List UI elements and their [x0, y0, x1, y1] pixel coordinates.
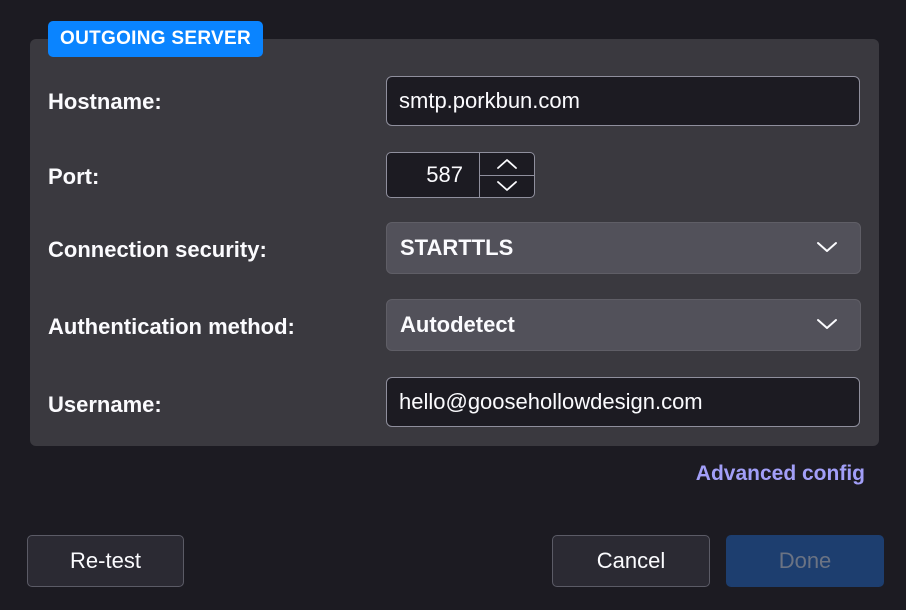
port-increment-button[interactable] — [480, 153, 534, 175]
port-stepper — [386, 152, 535, 198]
connection-security-value: STARTTLS — [400, 235, 514, 260]
done-button[interactable]: Done — [726, 535, 884, 587]
port-decrement-button[interactable] — [480, 174, 534, 198]
hostname-input[interactable] — [386, 76, 860, 126]
cancel-button[interactable]: Cancel — [552, 535, 710, 587]
chevron-up-icon — [497, 158, 517, 169]
username-label: Username: — [48, 392, 162, 417]
connection-security-label: Connection security: — [48, 237, 267, 262]
connection-security-select[interactable]: STARTTLS — [386, 222, 861, 274]
outgoing-server-dialog: OUTGOING SERVER Hostname: Port: Connecti… — [0, 0, 906, 610]
username-input[interactable] — [386, 377, 860, 427]
port-stepper-buttons — [479, 153, 534, 197]
chevron-down-icon — [817, 319, 837, 329]
port-input[interactable] — [387, 153, 479, 197]
advanced-config-link[interactable]: Advanced config — [696, 462, 865, 486]
hostname-label: Hostname: — [48, 89, 162, 114]
chevron-down-icon — [817, 242, 837, 252]
section-title-badge: OUTGOING SERVER — [48, 21, 264, 57]
authentication-method-label: Authentication method: — [48, 314, 295, 339]
port-label: Port: — [48, 164, 100, 189]
authentication-method-value: Autodetect — [400, 312, 515, 337]
chevron-down-icon — [497, 181, 517, 192]
retest-button[interactable]: Re-test — [27, 535, 184, 587]
authentication-method-select[interactable]: Autodetect — [386, 299, 861, 351]
